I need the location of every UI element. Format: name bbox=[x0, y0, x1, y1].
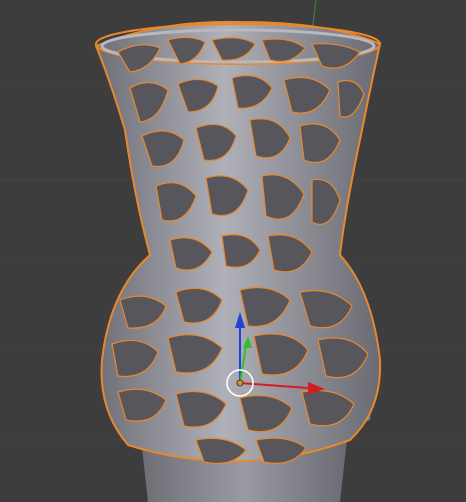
pivot-point-icon bbox=[236, 379, 244, 387]
3d-viewport[interactable] bbox=[0, 0, 466, 502]
viewport-canvas[interactable] bbox=[0, 0, 466, 502]
vase-mesh[interactable] bbox=[94, 20, 382, 465]
